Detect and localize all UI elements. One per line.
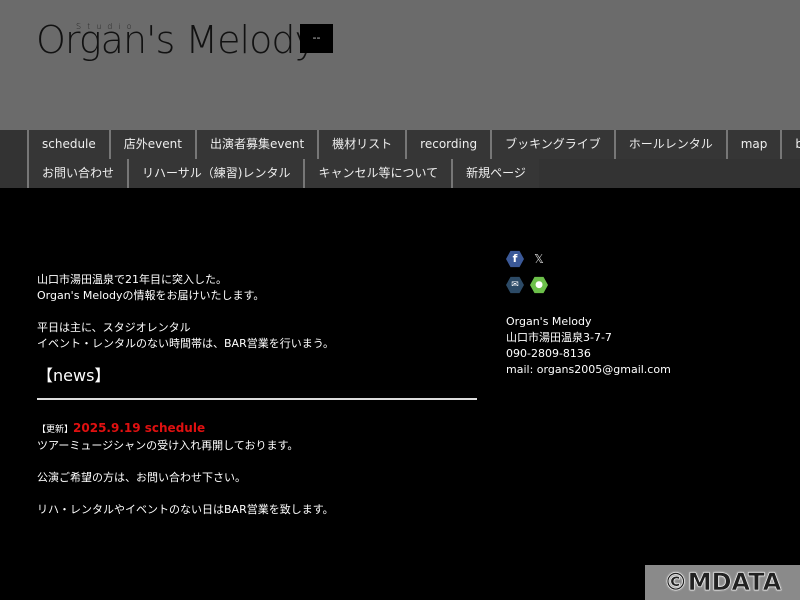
logo-subtitle: Studio bbox=[76, 22, 138, 31]
business-name: Organ's Melody bbox=[506, 315, 592, 328]
nav-item-cancellation[interactable]: キャンセル等について bbox=[303, 159, 452, 188]
nav-item-map[interactable]: map bbox=[725, 130, 781, 159]
sidebar: f 𝕏 ✉ ● Organ's Melody 山口市湯田温泉3-7-7 090-… bbox=[506, 250, 671, 378]
news-line: ツアーミュージシャンの受け入れ再開しております。 bbox=[37, 439, 299, 452]
nav-item-performer-recruit[interactable]: 出演者募集event bbox=[194, 130, 318, 159]
nav-item-booking-live[interactable]: ブッキングライブ bbox=[490, 130, 614, 159]
update-tag: 【更新】 bbox=[37, 425, 74, 435]
mail-icon[interactable]: ✉ bbox=[506, 276, 524, 294]
logo[interactable]: Studio Organ's Melody bbox=[36, 18, 317, 62]
header: Studio Organ's Melody -- bbox=[0, 0, 800, 130]
nav-item-outside-event[interactable]: 店外event bbox=[108, 130, 195, 159]
intro-paragraph-1: 山口市湯田温泉で21年目に突入した。 Organ's Melodyの情報をお届けい… bbox=[37, 273, 265, 302]
x-icon[interactable]: 𝕏 bbox=[530, 251, 548, 267]
intro-paragraph-2: 平日は主に、スタジオレンタル イベント・レンタルのない時間帯は、BAR営業を行いま… bbox=[37, 321, 335, 350]
facebook-icon[interactable]: f bbox=[506, 250, 524, 268]
address: 山口市湯田温泉3-7-7 bbox=[506, 331, 612, 344]
nav-item-schedule[interactable]: schedule bbox=[27, 130, 109, 159]
nav-item-equipment[interactable]: 機材リスト bbox=[317, 130, 406, 159]
news-line: リハ・レンタルやイベントのない日はBAR営業を致します。 bbox=[37, 503, 334, 516]
nav-item-recording[interactable]: recording bbox=[405, 130, 491, 159]
nav-item-hall-rental[interactable]: ホールレンタル bbox=[613, 130, 726, 159]
nav-item-blog[interactable]: blog bbox=[780, 130, 800, 159]
nav-item-new-page[interactable]: 新規ページ bbox=[451, 159, 539, 188]
main-content: 山口市湯田温泉で21年目に突入した。 Organ's Melodyの情報をお届けい… bbox=[37, 272, 477, 534]
news-line: 公演ご希望の方は、お問い合わせ下さい。 bbox=[37, 471, 246, 484]
nav-item-contact[interactable]: お問い合わせ bbox=[27, 159, 128, 188]
watermark: ©MDATA bbox=[645, 565, 800, 600]
divider bbox=[37, 398, 477, 400]
nav-bar: schedule 店外event 出演者募集event 機材リスト record… bbox=[0, 130, 800, 188]
phone: 090-2809-8136 bbox=[506, 347, 591, 360]
nav-item-rehearsal-rental[interactable]: リハーサル（練習)レンタル bbox=[127, 159, 304, 188]
evernote-icon[interactable]: ● bbox=[530, 276, 548, 294]
news-item: 【更新】2025.9.19 schedule ツアーミュージシャンの受け入れ再開… bbox=[37, 420, 477, 518]
news-heading: 【news】 bbox=[37, 366, 111, 385]
email: mail: organs2005@gmail.com bbox=[506, 363, 671, 376]
news-date[interactable]: 2025.9.19 schedule bbox=[73, 421, 205, 435]
menu-button[interactable]: -- bbox=[300, 24, 333, 53]
